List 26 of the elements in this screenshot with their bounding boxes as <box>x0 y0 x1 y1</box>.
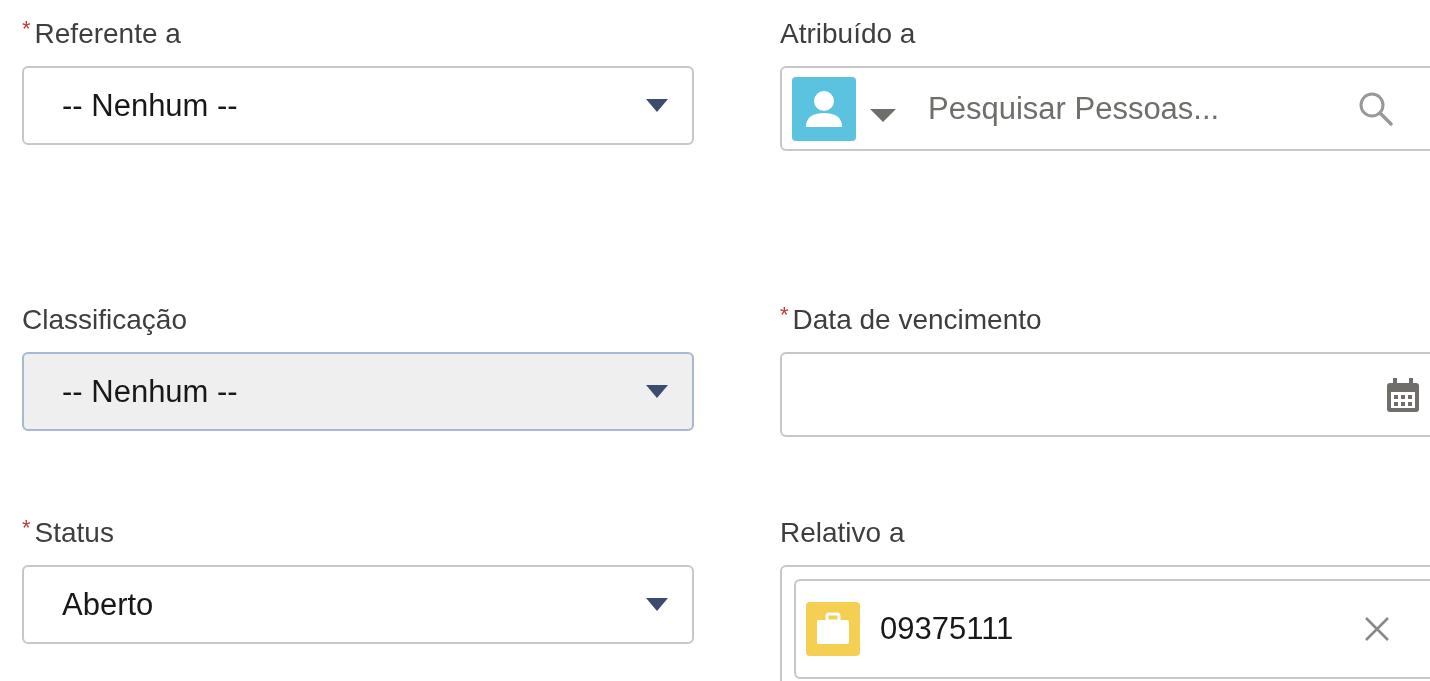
user-icon[interactable] <box>792 76 856 141</box>
field-label: Referente a <box>34 17 181 51</box>
select-field[interactable]: Aberto <box>22 565 694 644</box>
caret-icon <box>646 98 668 113</box>
lookup-field[interactable]: Pesquisar Pessoas... <box>780 66 1430 151</box>
required-mark: * <box>22 515 31 541</box>
pill-label: 09375111 <box>880 611 1015 647</box>
search-input[interactable]: Pesquisar Pessoas... <box>926 89 1350 128</box>
calendar-icon[interactable] <box>1386 376 1420 413</box>
caret-icon[interactable] <box>870 108 896 123</box>
caret-icon <box>646 384 668 399</box>
field-label: Data de vencimento <box>792 303 1042 337</box>
select-field[interactable]: -- Nenhum -- <box>22 66 694 145</box>
lookup-field[interactable]: 09375111 <box>780 565 1430 681</box>
field-label: Classificação <box>22 303 187 337</box>
briefcase-icon <box>806 602 860 656</box>
date-field[interactable] <box>780 352 1430 437</box>
required-mark: * <box>22 16 31 42</box>
field-label: Relativo a <box>780 516 905 550</box>
field-label: Atribuído a <box>780 17 916 51</box>
required-mark: * <box>780 302 789 328</box>
search-icon <box>1358 90 1394 127</box>
field-label: Status <box>34 516 114 550</box>
caret-icon <box>646 597 668 612</box>
selected-pill[interactable]: 09375111 <box>794 579 1430 679</box>
close-icon[interactable] <box>1364 616 1390 642</box>
